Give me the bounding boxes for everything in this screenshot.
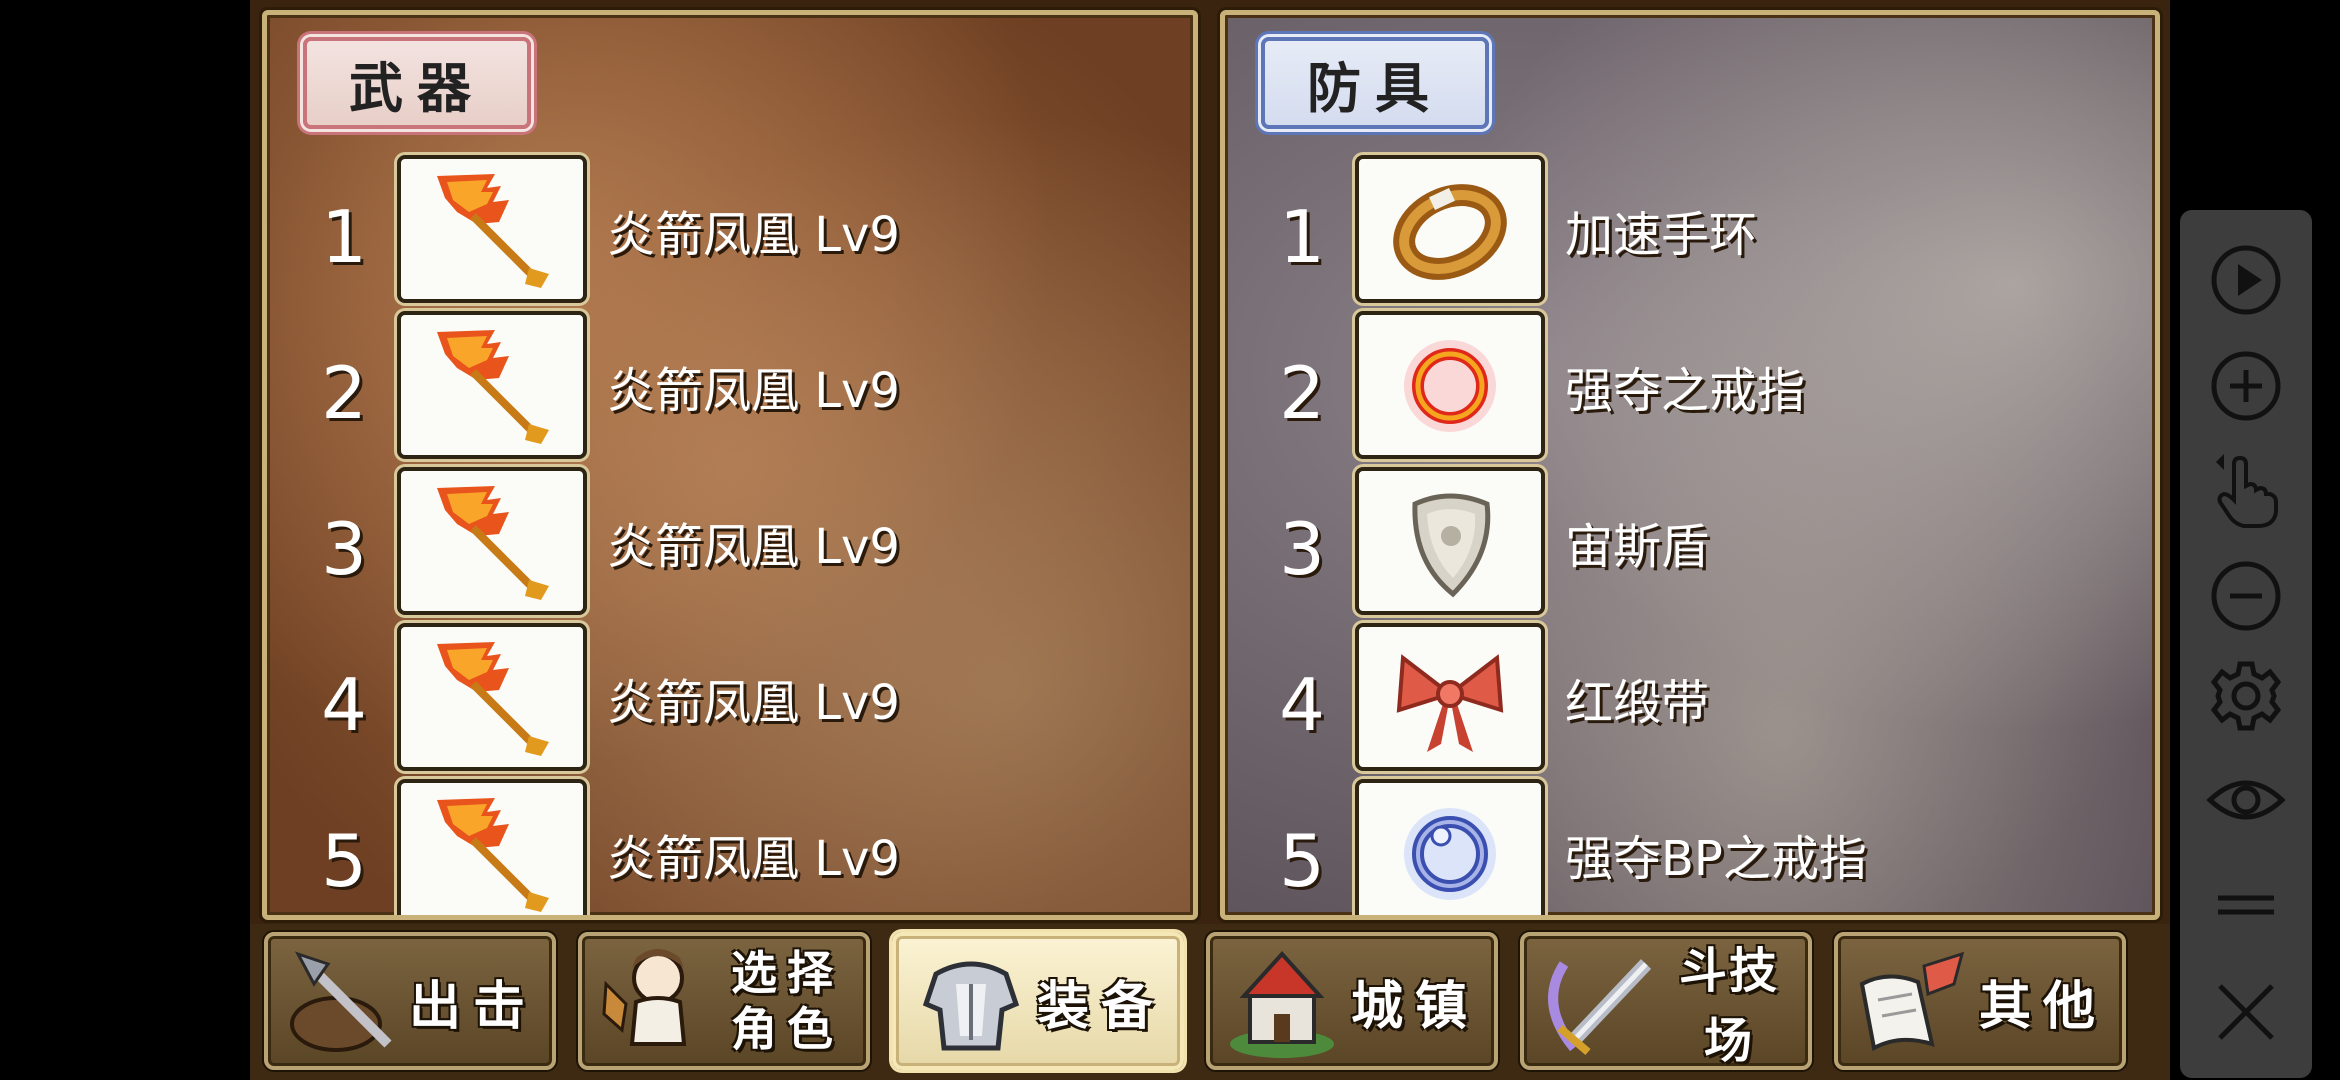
armor-icon xyxy=(922,961,1020,1051)
phoenix-flame-bow-icon xyxy=(437,798,549,912)
armor-panel: 防具 1 加速手环 2 强夺之戒指 3 宙斯盾 4 红缎带 5 强夺BP之戒指 xyxy=(1220,10,2160,920)
armor-name: 宙斯盾 xyxy=(1565,519,1710,575)
armor-panel-title: 防具 xyxy=(1261,37,1489,129)
menu-icon xyxy=(2218,895,2274,915)
slot-number: 4 xyxy=(1279,663,1325,747)
phoenix-flame-bow-icon xyxy=(437,330,549,444)
tab-label: 选择 角色 xyxy=(714,936,860,1066)
character-icon xyxy=(602,949,687,1046)
armor-slot-1[interactable]: 1 加速手环 xyxy=(1225,155,2155,307)
armor-icon-frame[interactable] xyxy=(1355,623,1545,771)
slot-number: 1 xyxy=(321,195,367,279)
tab-select-character[interactable]: 选择 角色 xyxy=(578,932,870,1070)
tab-label-line2: 角色 xyxy=(731,1002,843,1056)
weapon-slot-1[interactable]: 1 炎箭凤凰 Lv9 xyxy=(267,155,1193,307)
slot-number: 5 xyxy=(321,819,367,903)
bracelet-icon xyxy=(1393,184,1507,280)
hammer-icon xyxy=(290,951,392,1052)
settings-button[interactable] xyxy=(2206,656,2286,736)
armor-icon-frame[interactable] xyxy=(1355,155,1545,303)
shield-icon xyxy=(1412,493,1491,598)
weapon-panel: 武器 1 炎箭凤凰 Lv9 2 炎箭凤凰 Lv9 3 炎箭凤凰 Lv9 4 炎箭… xyxy=(262,10,1198,920)
weapon-icon-frame[interactable] xyxy=(397,623,587,771)
eye-icon xyxy=(2206,780,2286,820)
close-icon xyxy=(2218,984,2274,1040)
weapon-slot-5[interactable]: 5 炎箭凤凰 Lv9 xyxy=(267,779,1193,915)
slot-number: 2 xyxy=(1279,351,1325,435)
weapon-icon-frame[interactable] xyxy=(397,155,587,303)
play-button[interactable] xyxy=(2206,240,2286,320)
tab-label: 其他 xyxy=(1978,976,2107,1037)
tap-gesture-button[interactable] xyxy=(2206,450,2286,530)
slot-number: 4 xyxy=(321,663,367,747)
slot-number: 1 xyxy=(1279,195,1325,279)
ribbon-icon xyxy=(1396,654,1504,752)
armor-name: 强夺之戒指 xyxy=(1565,363,1806,419)
bottom-tab-bar: 出击 选择 角色 装备 城镇 斗技场 其他 xyxy=(250,924,2170,1080)
town-icon xyxy=(1230,951,1334,1058)
tab-town[interactable]: 城镇 xyxy=(1206,932,1498,1070)
settings-icon xyxy=(2210,661,2282,731)
armor-slot-5[interactable]: 5 强夺BP之戒指 xyxy=(1225,779,2155,915)
tab-label: 斗技场 xyxy=(1678,943,1779,1069)
weapon-name: 炎箭凤凰 Lv9 xyxy=(607,363,900,419)
phoenix-flame-bow-icon xyxy=(437,642,549,756)
armor-slot-2[interactable]: 2 强夺之戒指 xyxy=(1225,311,2155,463)
visibility-button[interactable] xyxy=(2206,760,2286,840)
armor-icon-frame[interactable] xyxy=(1355,467,1545,615)
tab-label-line1: 选择 xyxy=(731,946,843,1000)
phoenix-flame-bow-icon xyxy=(437,174,549,288)
scroll-icon xyxy=(1859,951,1965,1052)
tab-label: 城镇 xyxy=(1350,976,1479,1037)
slot-number: 2 xyxy=(321,351,367,435)
floating-toolbar xyxy=(2180,210,2312,1078)
slot-number: 3 xyxy=(321,507,367,591)
ring-icon xyxy=(1404,340,1496,432)
weapon-slot-3[interactable]: 3 炎箭凤凰 Lv9 xyxy=(267,467,1193,619)
zoom-in-icon xyxy=(2211,351,2281,421)
tab-label: 出击 xyxy=(408,976,537,1037)
armor-slot-3[interactable]: 3 宙斯盾 xyxy=(1225,467,2155,619)
armor-icon-frame[interactable] xyxy=(1355,311,1545,459)
tab-other[interactable]: 其他 xyxy=(1834,932,2126,1070)
menu-button[interactable] xyxy=(2206,866,2286,946)
armor-name: 红缎带 xyxy=(1565,675,1710,731)
zoom-out-button[interactable] xyxy=(2206,556,2286,636)
close-button[interactable] xyxy=(2206,972,2286,1052)
armor-slot-4[interactable]: 4 红缎带 xyxy=(1225,623,2155,775)
tab-equipment[interactable]: 装备 xyxy=(892,932,1184,1070)
phoenix-flame-bow-icon xyxy=(437,486,549,600)
sword-icon xyxy=(1548,959,1652,1056)
armor-name: 强夺BP之戒指 xyxy=(1565,831,1867,887)
weapon-name: 炎箭凤凰 Lv9 xyxy=(607,519,900,575)
weapon-name: 炎箭凤凰 Lv9 xyxy=(607,831,900,887)
weapon-slot-4[interactable]: 4 炎箭凤凰 Lv9 xyxy=(267,623,1193,775)
slot-number: 3 xyxy=(1279,507,1325,591)
weapon-icon-frame[interactable] xyxy=(397,311,587,459)
weapon-panel-title: 武器 xyxy=(303,37,531,129)
slot-number: 5 xyxy=(1279,819,1325,903)
tap-gesture-icon xyxy=(2216,454,2278,528)
zoom-in-button[interactable] xyxy=(2206,346,2286,426)
tab-label: 装备 xyxy=(1036,976,1165,1037)
armor-name: 加速手环 xyxy=(1565,207,1758,263)
blue-ring-icon xyxy=(1404,808,1496,900)
armor-icon-frame[interactable] xyxy=(1355,779,1545,915)
weapon-name: 炎箭凤凰 Lv9 xyxy=(607,207,900,263)
tab-arena[interactable]: 斗技场 xyxy=(1520,932,1812,1070)
play-icon xyxy=(2211,245,2281,315)
weapon-slot-2[interactable]: 2 炎箭凤凰 Lv9 xyxy=(267,311,1193,463)
weapon-icon-frame[interactable] xyxy=(397,779,587,915)
game-screen: 武器 1 炎箭凤凰 Lv9 2 炎箭凤凰 Lv9 3 炎箭凤凰 Lv9 4 炎箭… xyxy=(250,0,2170,1080)
weapon-icon-frame[interactable] xyxy=(397,467,587,615)
tab-sortie[interactable]: 出击 xyxy=(264,932,556,1070)
weapon-name: 炎箭凤凰 Lv9 xyxy=(607,675,900,731)
zoom-out-icon xyxy=(2211,561,2281,631)
